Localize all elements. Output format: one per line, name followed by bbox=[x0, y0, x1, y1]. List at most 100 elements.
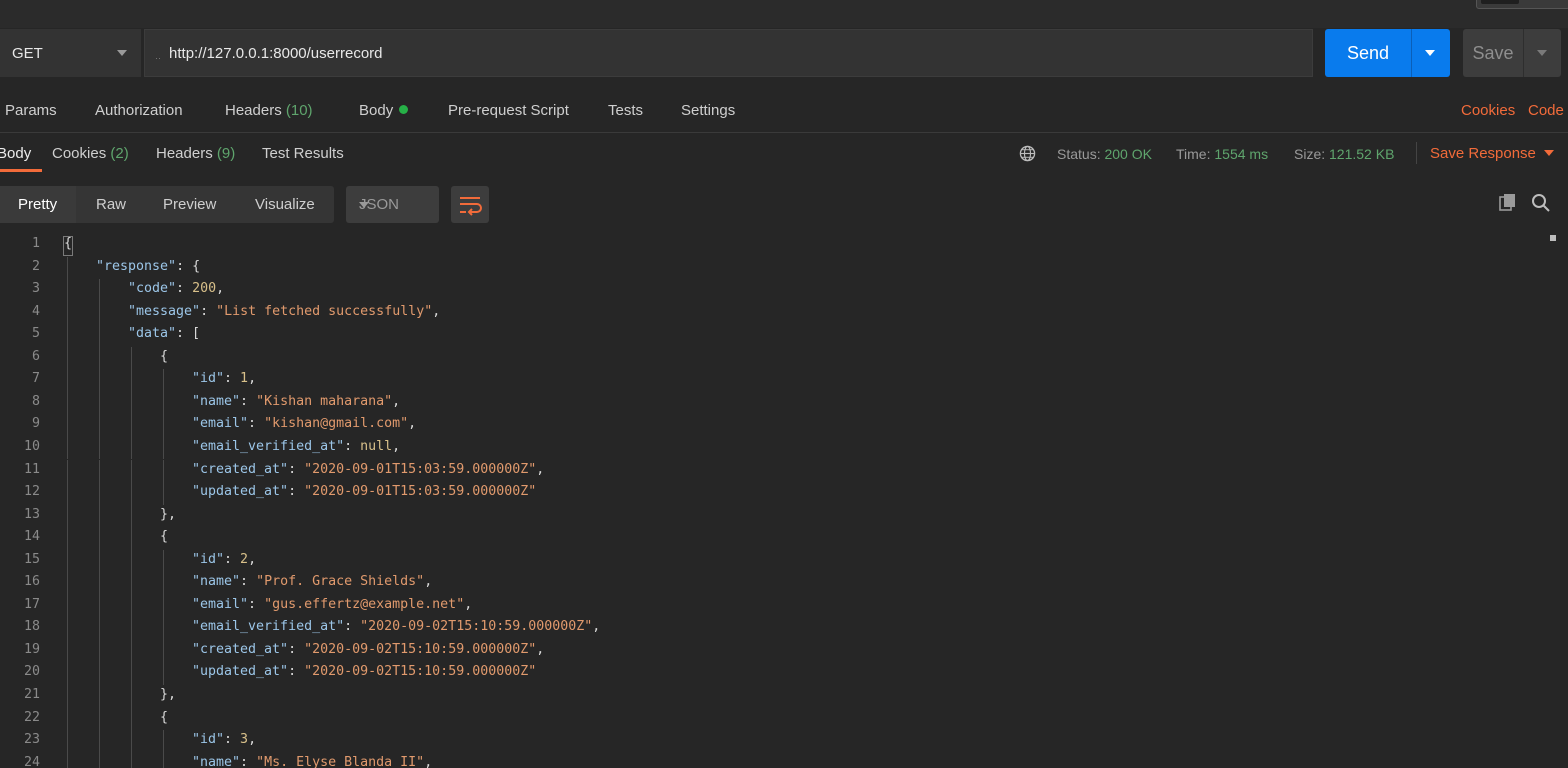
globe-icon[interactable] bbox=[1019, 145, 1036, 162]
json-punctuation: { bbox=[160, 709, 169, 725]
active-tab-underline bbox=[0, 169, 42, 172]
method-select[interactable]: GET bbox=[0, 29, 142, 77]
json-punctuation: : bbox=[344, 438, 361, 454]
window-toggle[interactable] bbox=[1476, 0, 1568, 9]
wrap-lines-button[interactable] bbox=[451, 186, 489, 223]
tab-prerequest-script[interactable]: Pre-request Script bbox=[448, 102, 569, 119]
indent-guide bbox=[163, 391, 164, 415]
indent-guide bbox=[131, 482, 132, 505]
response-body-editor[interactable]: 1{2 "response": {3 "code": 200, 4 "message":… bbox=[0, 235, 1548, 768]
json-key: "name" bbox=[192, 574, 241, 590]
body-indicator-dot bbox=[399, 105, 409, 114]
save-response-button[interactable]: Save Response bbox=[1430, 145, 1554, 162]
json-punctuation: , bbox=[392, 438, 401, 454]
indent-guide bbox=[163, 459, 164, 483]
tab-tests[interactable]: Tests bbox=[608, 102, 643, 119]
tab-settings[interactable]: Settings bbox=[681, 102, 735, 119]
json-punctuation: , bbox=[392, 393, 401, 409]
indent-guide bbox=[99, 301, 100, 325]
send-options-button[interactable] bbox=[1411, 29, 1450, 77]
response-tab-headers[interactable]: Headers (9) bbox=[156, 145, 235, 162]
json-punctuation: : bbox=[288, 461, 305, 477]
indent-guide bbox=[131, 436, 132, 460]
json-punctuation: , bbox=[536, 641, 545, 657]
response-tab-test-results[interactable]: Test Results bbox=[262, 145, 344, 162]
code-line: "created_at": "2020-09-02T15:10:59.00000… bbox=[192, 642, 544, 657]
code-line: "email": "gus.effertz@example.net", bbox=[192, 597, 472, 612]
line-number: 13 bbox=[23, 506, 40, 522]
response-tab-body[interactable]: Body bbox=[0, 145, 31, 162]
indent-guide bbox=[131, 617, 132, 640]
line-number: 11 bbox=[23, 461, 40, 477]
cookies-link[interactable]: Cookies bbox=[1461, 102, 1515, 119]
indent-guide bbox=[131, 730, 132, 753]
json-key: "email_verified_at" bbox=[192, 619, 345, 635]
json-punctuation: , bbox=[432, 303, 441, 319]
indent-guide bbox=[163, 639, 164, 663]
json-key: "id" bbox=[192, 371, 225, 387]
time-value: 1554 ms bbox=[1214, 146, 1269, 162]
indent-guide bbox=[99, 549, 100, 573]
chevron-down-icon bbox=[1543, 150, 1554, 156]
headers-count: (10) bbox=[285, 102, 313, 119]
indent-guide bbox=[131, 707, 132, 731]
indent-guide bbox=[67, 414, 68, 437]
copy-icon[interactable] bbox=[1498, 193, 1518, 213]
tab-headers[interactable]: Headers (10) bbox=[225, 102, 313, 119]
code-line: "name": "Ms. Elyse Blanda II", bbox=[192, 755, 432, 768]
code-line: "id": 3, bbox=[192, 732, 256, 747]
indent-guide bbox=[163, 730, 164, 753]
indent-guide bbox=[163, 594, 164, 618]
time-readout[interactable]: Time: 1554 ms bbox=[1176, 146, 1268, 162]
indent-guide bbox=[67, 662, 68, 685]
code-line: "data": [ bbox=[128, 326, 200, 341]
save-button[interactable]: Save bbox=[1463, 29, 1523, 77]
indent-guide bbox=[99, 617, 100, 640]
send-button[interactable]: Send bbox=[1325, 29, 1411, 77]
json-punctuation: : bbox=[288, 664, 305, 680]
json-punctuation: : bbox=[248, 416, 265, 432]
view-visualize-button[interactable]: Visualize bbox=[255, 196, 315, 213]
json-value: 200 bbox=[192, 281, 217, 297]
vertical-divider bbox=[1416, 142, 1417, 164]
code-line: "name": "Prof. Grace Shields", bbox=[192, 574, 432, 589]
url-input[interactable]: ‥ http://127.0.0.1:8000/userrecord bbox=[144, 29, 1313, 77]
json-punctuation: , bbox=[248, 551, 257, 567]
indent-guide bbox=[131, 504, 132, 528]
json-punctuation: : [ bbox=[176, 326, 201, 342]
indent-guide bbox=[67, 752, 68, 768]
indent-guide bbox=[163, 436, 164, 460]
indent-guide bbox=[163, 617, 164, 640]
format-select[interactable]: JSON bbox=[346, 186, 439, 223]
code-link[interactable]: Code bbox=[1528, 102, 1564, 119]
view-preview-button[interactable]: Preview bbox=[163, 196, 216, 213]
tab-body[interactable]: Body bbox=[359, 102, 409, 119]
indent-guide bbox=[67, 391, 68, 415]
line-number: 23 bbox=[23, 732, 40, 748]
save-options-button[interactable] bbox=[1523, 29, 1561, 77]
json-value: null bbox=[360, 438, 393, 454]
json-punctuation: , bbox=[424, 574, 433, 590]
indent-guide bbox=[67, 324, 68, 347]
tab-params[interactable]: Params bbox=[5, 102, 57, 119]
code-line: "id": 2, bbox=[192, 552, 256, 567]
view-raw-button[interactable]: Raw bbox=[96, 196, 126, 213]
indent-guide bbox=[67, 369, 68, 392]
indent-guide bbox=[131, 391, 132, 415]
indent-guide bbox=[131, 752, 132, 768]
tab-authorization[interactable]: Authorization bbox=[95, 102, 183, 119]
scrollbar[interactable] bbox=[1550, 235, 1556, 241]
indent-guide bbox=[99, 346, 100, 370]
json-string: "Kishan maharana" bbox=[256, 393, 393, 409]
line-number: 24 bbox=[23, 754, 40, 768]
indent-guide bbox=[131, 639, 132, 663]
size-readout[interactable]: Size: 121.52 KB bbox=[1294, 146, 1394, 162]
json-string: "List fetched successfully" bbox=[216, 303, 433, 319]
json-string: "2020-09-02T15:10:59.000000Z" bbox=[304, 641, 537, 657]
search-icon[interactable] bbox=[1531, 193, 1551, 213]
line-number: 3 bbox=[31, 281, 40, 297]
json-string: "kishan@gmail.com" bbox=[264, 416, 409, 432]
view-pretty-button[interactable]: Pretty bbox=[18, 196, 57, 213]
response-tab-cookies[interactable]: Cookies (2) bbox=[52, 145, 129, 162]
line-number: 8 bbox=[31, 393, 40, 409]
